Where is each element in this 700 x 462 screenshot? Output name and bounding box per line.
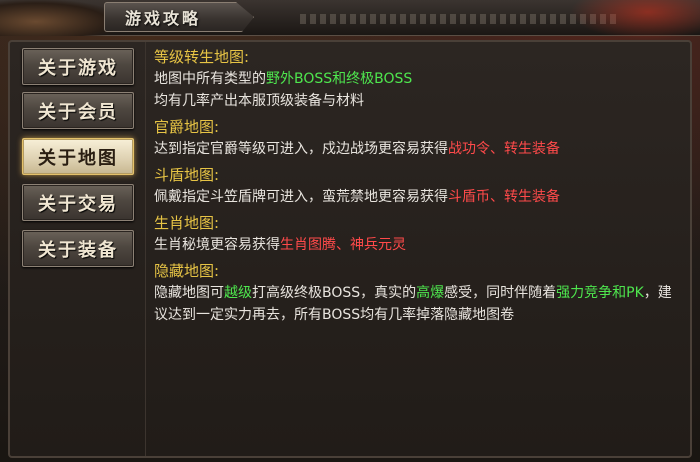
highlight-green: 越级 (224, 285, 252, 301)
section-title: 生肖地图: (154, 214, 220, 232)
section-hidden-maps: 隐藏地图: 隐藏地图可越级打高级终极BOSS，真实的高爆感受，同时伴随着强力竞争… (154, 260, 684, 326)
title-tab: 游戏攻略 (104, 2, 254, 32)
dragon-ornament-icon (0, 0, 120, 36)
fire-ornament (570, 0, 700, 40)
text-segment: 生肖秘境更容易获得 (154, 237, 280, 253)
section-rank-maps: 官爵地图: 达到指定官爵等级可进入，戍边战场更容易获得战功令、转生装备 (154, 116, 684, 160)
text-segment: 地图中所有类型的 (154, 71, 266, 87)
text-segment: 佩戴指定斗笠盾牌可进入，蛮荒禁地更容易获得 (154, 189, 448, 205)
highlight-red: 战功令、转生装备 (448, 141, 560, 157)
section-line: 均有几率产出本服顶级装备与材料 (154, 93, 364, 109)
text-segment: 打高级终极BOSS，真实的 (252, 285, 417, 301)
sidebar-item-about-game[interactable]: 关于游戏 (22, 48, 134, 85)
sidebar-item-about-membership[interactable]: 关于会员 (22, 92, 134, 129)
highlight-red: 生肖图腾、神兵元灵 (280, 237, 406, 253)
header-bar: 游戏攻略 (0, 0, 700, 40)
sidebar-item-about-equipment[interactable]: 关于装备 (22, 230, 134, 267)
sidebar-item-label: 关于装备 (38, 239, 118, 261)
section-title: 隐藏地图: (154, 262, 220, 280)
sidebar-item-about-trading[interactable]: 关于交易 (22, 184, 134, 221)
section-line: 达到指定官爵等级可进入，戍边战场更容易获得战功令、转生装备 (154, 138, 684, 160)
section-line: 佩戴指定斗笠盾牌可进入，蛮荒禁地更容易获得斗盾币、转生装备 (154, 186, 684, 208)
sidebar-item-label: 关于会员 (38, 101, 118, 123)
section-title: 官爵地图: (154, 118, 220, 136)
guide-text-area: 等级转生地图: 地图中所有类型的野外BOSS和终极BOSS 均有几率产出本服顶级… (154, 46, 684, 330)
section-zodiac-maps: 生肖地图: 生肖秘境更容易获得生肖图腾、神兵元灵 (154, 212, 684, 256)
sidebar: 关于游戏 关于会员 关于地图 关于交易 关于装备 (10, 42, 146, 456)
sidebar-item-about-maps[interactable]: 关于地图 (22, 138, 134, 175)
highlight-green: 高爆 (416, 285, 445, 301)
section-line: 生肖秘境更容易获得生肖图腾、神兵元灵 (154, 234, 684, 256)
section-line: 地图中所有类型的野外BOSS和终极BOSS (154, 68, 684, 90)
text-segment: 隐藏地图可 (154, 285, 224, 301)
game-window: 游戏攻略 关于游戏 关于会员 关于地图 关于交易 关于装备 等级转生地图: 地图… (0, 0, 700, 462)
text-segment: 感受，同时伴随着 (444, 285, 557, 301)
section-title: 等级转生地图: (154, 48, 250, 66)
sidebar-item-label: 关于交易 (38, 193, 118, 215)
section-paragraph: 隐藏地图可越级打高级终极BOSS，真实的高爆感受，同时伴随着强力竞争和PK，建议… (154, 282, 684, 326)
section-level-maps: 等级转生地图: 地图中所有类型的野外BOSS和终极BOSS 均有几率产出本服顶级… (154, 46, 684, 112)
sidebar-item-label: 关于地图 (38, 147, 118, 169)
sidebar-item-label: 关于游戏 (38, 57, 118, 79)
section-shield-maps: 斗盾地图: 佩戴指定斗笠盾牌可进入，蛮荒禁地更容易获得斗盾币、转生装备 (154, 164, 684, 208)
section-title: 斗盾地图: (154, 166, 220, 184)
text-segment: 达到指定官爵等级可进入，戍边战场更容易获得 (154, 141, 448, 157)
page-title: 游戏攻略 (125, 9, 202, 28)
content-panel: 关于游戏 关于会员 关于地图 关于交易 关于装备 等级转生地图: 地图中所有类型… (8, 40, 692, 458)
highlight-red: 斗盾币、转生装备 (448, 189, 560, 205)
highlight-green: 强力竞争和PK (556, 285, 644, 301)
highlight-green: 野外BOSS和终极BOSS (266, 71, 413, 87)
